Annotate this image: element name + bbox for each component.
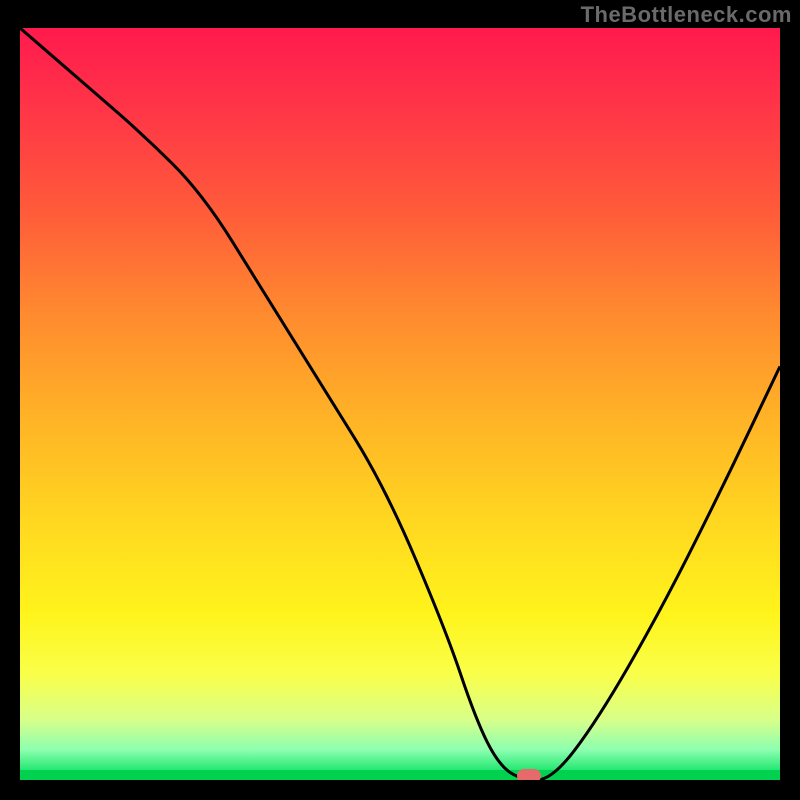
bottleneck-curve-svg [20,28,780,780]
plot-area [20,28,780,780]
optimal-marker [517,769,541,780]
chart-frame: TheBottleneck.com [0,0,800,800]
bottleneck-curve-path [20,28,780,780]
watermark-text: TheBottleneck.com [581,2,792,28]
